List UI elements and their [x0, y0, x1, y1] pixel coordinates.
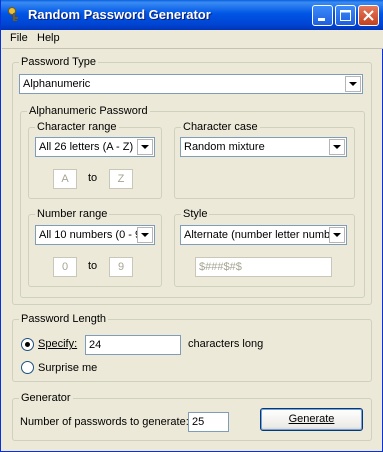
maximize-icon: [340, 10, 351, 21]
dropdown-arrow[interactable]: [329, 139, 345, 155]
app-key-icon: [8, 7, 18, 21]
count-label: Number of passwords to generate:: [20, 416, 189, 428]
chevron-down-icon: [333, 233, 341, 237]
number-range-select[interactable]: All 10 numbers (0 - 9): [35, 225, 155, 245]
password-length-legend: Password Length: [19, 313, 108, 325]
number-range-value: All 10 numbers (0 - 9): [39, 229, 139, 241]
character-case-legend: Character case: [181, 121, 260, 133]
style-pattern-field[interactable]: [195, 257, 332, 277]
number-from-input[interactable]: [54, 258, 76, 276]
character-range-select[interactable]: All 26 letters (A - Z): [35, 137, 155, 157]
number-to-field[interactable]: [109, 257, 133, 277]
surprise-radio[interactable]: [21, 361, 34, 374]
minimize-icon: [318, 18, 325, 21]
character-range-value: All 26 letters (A - Z): [39, 141, 134, 153]
dropdown-arrow[interactable]: [137, 139, 153, 155]
character-case-value: Random mixture: [184, 141, 265, 153]
menu-help[interactable]: Help: [37, 32, 60, 44]
style-select[interactable]: Alternate (number letter number): [180, 225, 347, 245]
maximize-button[interactable]: [335, 5, 356, 26]
count-field[interactable]: [188, 412, 229, 432]
count-input[interactable]: [189, 413, 228, 431]
close-button[interactable]: [358, 5, 379, 26]
style-value: Alternate (number letter number): [184, 229, 329, 241]
menu-file[interactable]: File: [10, 32, 28, 44]
length-input[interactable]: [86, 336, 180, 354]
character-range-legend: Character range: [35, 121, 119, 133]
character-case-select[interactable]: Random mixture: [180, 137, 347, 157]
surprise-label[interactable]: Surprise me: [38, 362, 97, 374]
generator-legend: Generator: [19, 392, 73, 404]
password-type-value: Alphanumeric: [23, 78, 91, 90]
number-range-legend: Number range: [35, 208, 110, 220]
window-title: Random Password Generator: [28, 7, 211, 22]
letter-from-field[interactable]: [53, 169, 77, 189]
letter-to-field[interactable]: [109, 169, 133, 189]
menu-bar: File Help: [2, 30, 383, 49]
style-legend: Style: [181, 208, 210, 220]
password-type-legend: Password Type: [19, 56, 99, 68]
number-to-input[interactable]: [110, 258, 132, 276]
letter-from-input[interactable]: [54, 170, 76, 188]
specify-radio[interactable]: [21, 338, 34, 351]
radio-selected-dot: [25, 342, 30, 347]
title-bar[interactable]: Random Password Generator: [1, 0, 383, 30]
close-icon: [363, 10, 374, 21]
alphanumeric-legend: Alphanumeric Password: [27, 105, 150, 117]
chevron-down-icon: [141, 233, 149, 237]
letter-to-input[interactable]: [110, 170, 132, 188]
letter-to-label: to: [88, 172, 98, 184]
generate-button[interactable]: Generate: [260, 408, 363, 431]
dropdown-arrow[interactable]: [345, 76, 361, 92]
password-type-select[interactable]: Alphanumeric: [19, 74, 363, 94]
chevron-down-icon: [333, 145, 341, 149]
style-pattern-input[interactable]: [196, 258, 331, 276]
characters-long-label: characters long: [188, 338, 264, 350]
generate-button-label: Generate: [288, 413, 335, 425]
specify-label[interactable]: Specify:: [38, 338, 77, 350]
app-window: Random Password Generator File Help Pass…: [0, 0, 383, 452]
minimize-button[interactable]: [312, 5, 333, 26]
number-to-label: to: [88, 260, 98, 272]
chevron-down-icon: [349, 82, 357, 86]
length-field[interactable]: [85, 335, 181, 355]
dropdown-arrow[interactable]: [137, 227, 153, 243]
dropdown-arrow[interactable]: [329, 227, 345, 243]
chevron-down-icon: [141, 145, 149, 149]
number-from-field[interactable]: [53, 257, 77, 277]
